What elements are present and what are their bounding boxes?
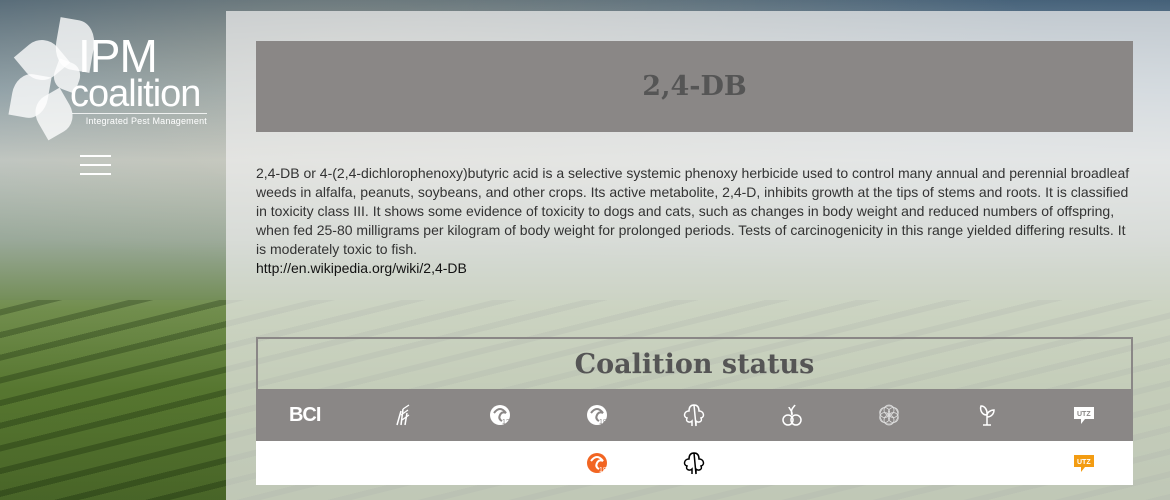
- status-col-bci: BCI: [256, 389, 353, 441]
- status-col-wheat: [353, 389, 450, 441]
- hamburger-menu-icon[interactable]: [80, 155, 112, 177]
- utz-icon: UTZ: [1074, 407, 1095, 424]
- bci-logo: BCI: [288, 403, 321, 426]
- status-value-utz: UTZ: [1036, 441, 1133, 485]
- status-icon-row: BCI 12 18 UTZ: [256, 389, 1133, 441]
- utz-icon: UTZ: [1074, 455, 1095, 472]
- status-col-rainforest-12: 12: [451, 389, 548, 441]
- status-value-row: 18 UTZ: [256, 441, 1133, 485]
- seedlings-icon: [782, 404, 802, 426]
- coalition-status-header: Coalition status: [256, 337, 1133, 391]
- title-banner: 2,4-DB: [256, 41, 1133, 132]
- rainforest-frog-icon: 12: [489, 405, 510, 426]
- status-value-seedlings: [743, 441, 840, 485]
- source-link[interactable]: http://en.wikipedia.org/wiki/2,4-DB: [256, 259, 1136, 278]
- sprout-icon: [979, 405, 995, 426]
- status-value-rainforest-12: [451, 441, 548, 485]
- article-body: 2,4-DB or 4-(2,4-dichlorophenoxy)butyric…: [256, 164, 1136, 278]
- tree-icon: [684, 452, 705, 475]
- status-value-wheat: [353, 441, 450, 485]
- status-value-flower-of-life: [841, 441, 938, 485]
- status-col-utz: UTZ: [1036, 389, 1133, 441]
- status-value-rainforest-18: 18: [548, 441, 645, 485]
- page-title: 2,4-DB: [642, 71, 747, 102]
- logo-brand-bottom: coalition: [70, 73, 201, 115]
- article-description: 2,4-DB or 4-(2,4-dichlorophenoxy)butyric…: [256, 165, 1130, 257]
- status-value-tree: [646, 441, 743, 485]
- status-col-flower-of-life: [841, 389, 938, 441]
- status-value-sprout: [938, 441, 1035, 485]
- svg-text:18: 18: [599, 419, 607, 426]
- rainforest-frog-icon: 18: [587, 453, 608, 474]
- ipm-coalition-logo[interactable]: IPM coalition Integrated Pest Management: [8, 17, 213, 141]
- status-col-seedlings: [743, 389, 840, 441]
- rainforest-frog-icon: 18: [587, 405, 608, 426]
- status-col-tree: [646, 389, 743, 441]
- content-panel: 2,4-DB 2,4-DB or 4-(2,4-dichlorophenoxy)…: [226, 11, 1170, 500]
- status-col-sprout: [938, 389, 1035, 441]
- status-value-bci: [256, 441, 353, 485]
- svg-text:18: 18: [599, 467, 607, 474]
- flower-of-life-icon: [879, 404, 900, 426]
- svg-text:UTZ: UTZ: [1077, 411, 1091, 418]
- status-col-rainforest-18: 18: [548, 389, 645, 441]
- tree-icon: [684, 404, 705, 427]
- logo-tagline: Integrated Pest Management: [72, 113, 207, 126]
- wheat-icon: [396, 404, 410, 426]
- svg-text:12: 12: [502, 419, 510, 426]
- coalition-status-title: Coalition status: [574, 348, 815, 380]
- svg-text:UTZ: UTZ: [1077, 459, 1091, 466]
- logo-brand-top: IPM: [78, 30, 158, 82]
